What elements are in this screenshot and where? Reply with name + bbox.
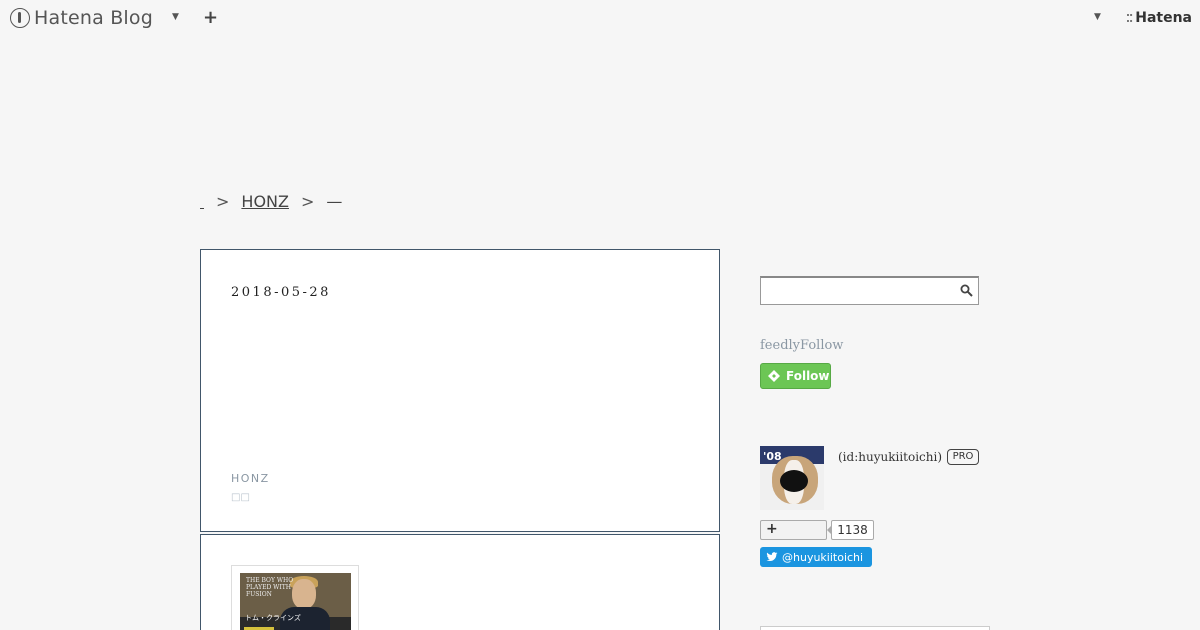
- feedly-icon: [768, 370, 780, 382]
- readers-count: 1138: [831, 520, 874, 540]
- breadcrumb-separator: >: [216, 192, 230, 211]
- add-entry-button[interactable]: +: [203, 7, 218, 28]
- hatena-label: Hatena: [1135, 10, 1192, 26]
- breadcrumb-current: —: [326, 192, 343, 211]
- twitter-follow-button[interactable]: @huyukiitoichi: [760, 547, 872, 567]
- entry-tag[interactable]: □□: [231, 492, 250, 503]
- book-cover-author: トム・クラインズ: [245, 614, 301, 622]
- hatena-link[interactable]: ⁚⁚ Hatena: [1126, 10, 1192, 26]
- breadcrumb-separator: >: [300, 192, 315, 211]
- search-input[interactable]: [760, 276, 979, 305]
- entry-body-card: THE BOY WHO PLAYED WITH FUSION トム・クラインズ: [200, 534, 720, 630]
- pro-badge: PRO: [947, 449, 979, 465]
- feedly-section-title: feedlyFollow: [760, 338, 844, 353]
- book-cover-title: THE BOY WHO PLAYED WITH FUSION: [246, 577, 294, 598]
- menu-caret-icon[interactable]: ▼: [172, 12, 179, 22]
- avatar[interactable]: '08: [760, 446, 824, 510]
- subscribe-button[interactable]: +: [760, 520, 827, 540]
- breadcrumb-item-honz[interactable]: HONZ: [241, 192, 289, 211]
- entry-header-card: 2018-05-28 HONZ □□: [200, 249, 720, 532]
- breadcrumb-home-link[interactable]: [200, 207, 204, 209]
- feedly-follow-button[interactable]: Follow: [760, 363, 831, 389]
- sidebar-module: [760, 626, 990, 630]
- logo-text: Hatena Blog: [34, 7, 153, 29]
- user-menu-caret-icon[interactable]: ▼: [1094, 12, 1101, 22]
- entry-category[interactable]: HONZ: [231, 472, 270, 485]
- plus-icon: +: [766, 521, 778, 537]
- hatena-blog-logo-icon: [10, 8, 30, 28]
- follow-label: Follow: [786, 369, 830, 383]
- search-icon[interactable]: [960, 284, 973, 297]
- book-image-frame[interactable]: THE BOY WHO PLAYED WITH FUSION トム・クラインズ: [231, 565, 359, 630]
- twitter-handle: @huyukiitoichi: [782, 550, 864, 564]
- book-cover-image: THE BOY WHO PLAYED WITH FUSION トム・クラインズ: [240, 573, 351, 630]
- breadcrumb: > HONZ > —: [200, 192, 342, 211]
- hatena-blog-logo[interactable]: Hatena Blog: [10, 7, 153, 29]
- profile-id-link[interactable]: (id:huyukiitoichi): [838, 450, 942, 464]
- global-header: Hatena Blog ▼ + ▼ ⁚⁚ Hatena: [0, 0, 1200, 38]
- entry-date[interactable]: 2018-05-28: [231, 285, 331, 300]
- twitter-icon: [766, 552, 778, 562]
- hatena-icon: ⁚⁚: [1125, 11, 1133, 25]
